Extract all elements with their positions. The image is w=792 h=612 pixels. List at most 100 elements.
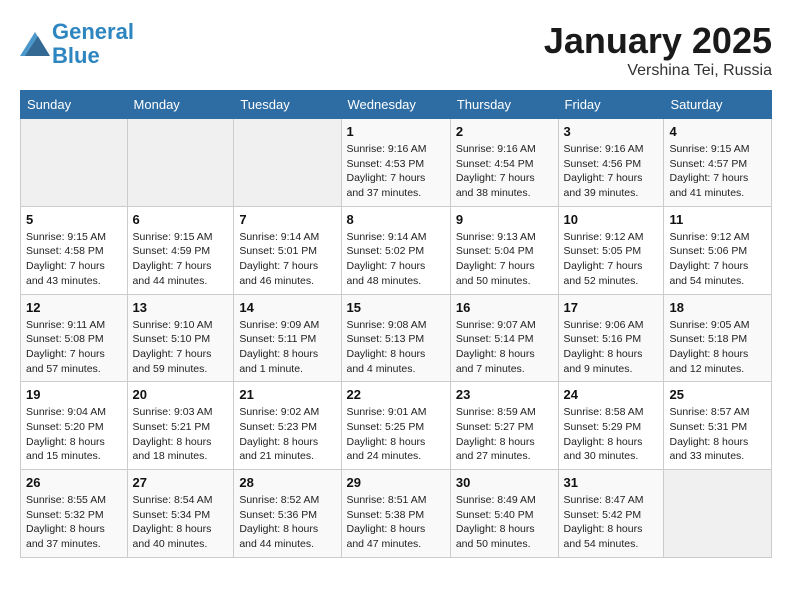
day-info: Sunrise: 9:05 AM Sunset: 5:18 PM Dayligh… [669,318,766,377]
calendar-cell: 26 Sunrise: 8:55 AM Sunset: 5:32 PM Dayli… [21,470,128,558]
calendar-cell: 11 Sunrise: 9:12 AM Sunset: 5:06 PM Dayli… [664,206,772,294]
calendar-cell: 31 Sunrise: 8:47 AM Sunset: 5:42 PM Dayli… [558,470,664,558]
page-header: General Blue January 2025 Vershina Tei, … [20,20,772,80]
day-number: 29 [347,475,445,490]
day-number: 30 [456,475,553,490]
logo: General Blue [20,20,134,68]
day-info: Sunrise: 9:14 AM Sunset: 5:01 PM Dayligh… [239,230,335,289]
calendar-cell: 28 Sunrise: 8:52 AM Sunset: 5:36 PM Dayli… [234,470,341,558]
day-number: 15 [347,300,445,315]
weekday-header-sunday: Sunday [21,91,128,119]
day-info: Sunrise: 9:03 AM Sunset: 5:21 PM Dayligh… [133,405,229,464]
calendar-table: SundayMondayTuesdayWednesdayThursdayFrid… [20,90,772,558]
day-number: 14 [239,300,335,315]
calendar-cell: 5 Sunrise: 9:15 AM Sunset: 4:58 PM Daylig… [21,206,128,294]
day-info: Sunrise: 9:16 AM Sunset: 4:53 PM Dayligh… [347,142,445,201]
month-title: January 2025 [544,20,772,62]
day-number: 18 [669,300,766,315]
week-row-5: 26 Sunrise: 8:55 AM Sunset: 5:32 PM Dayli… [21,470,772,558]
location: Vershina Tei, Russia [544,62,772,80]
day-number: 20 [133,387,229,402]
day-info: Sunrise: 8:59 AM Sunset: 5:27 PM Dayligh… [456,405,553,464]
day-number: 27 [133,475,229,490]
day-info: Sunrise: 9:01 AM Sunset: 5:25 PM Dayligh… [347,405,445,464]
calendar-cell: 21 Sunrise: 9:02 AM Sunset: 5:23 PM Dayli… [234,382,341,470]
logo-icon [20,32,50,56]
calendar-cell: 12 Sunrise: 9:11 AM Sunset: 5:08 PM Dayli… [21,294,128,382]
day-info: Sunrise: 9:10 AM Sunset: 5:10 PM Dayligh… [133,318,229,377]
week-row-2: 5 Sunrise: 9:15 AM Sunset: 4:58 PM Daylig… [21,206,772,294]
calendar-cell: 4Sunrise: 9:15 AM Sunset: 4:57 PM Daylig… [664,119,772,207]
day-number: 26 [26,475,122,490]
day-info: Sunrise: 8:55 AM Sunset: 5:32 PM Dayligh… [26,493,122,552]
day-number: 17 [564,300,659,315]
day-number: 25 [669,387,766,402]
day-info: Sunrise: 9:09 AM Sunset: 5:11 PM Dayligh… [239,318,335,377]
day-info: Sunrise: 9:07 AM Sunset: 5:14 PM Dayligh… [456,318,553,377]
calendar-cell: 16 Sunrise: 9:07 AM Sunset: 5:14 PM Dayli… [450,294,558,382]
day-number: 28 [239,475,335,490]
day-number: 2 [456,124,553,139]
calendar-cell [21,119,128,207]
title-block: January 2025 Vershina Tei, Russia [544,20,772,80]
day-number: 24 [564,387,659,402]
day-number: 16 [456,300,553,315]
day-info: Sunrise: 9:15 AM Sunset: 4:58 PM Dayligh… [26,230,122,289]
weekday-header-thursday: Thursday [450,91,558,119]
calendar-cell: 17 Sunrise: 9:06 AM Sunset: 5:16 PM Dayli… [558,294,664,382]
calendar-cell [127,119,234,207]
day-info: Sunrise: 9:13 AM Sunset: 5:04 PM Dayligh… [456,230,553,289]
calendar-cell: 24Sunrise: 8:58 AM Sunset: 5:29 PM Dayli… [558,382,664,470]
calendar-cell: 25Sunrise: 8:57 AM Sunset: 5:31 PM Dayli… [664,382,772,470]
calendar-cell: 20 Sunrise: 9:03 AM Sunset: 5:21 PM Dayli… [127,382,234,470]
calendar-cell: 8Sunrise: 9:14 AM Sunset: 5:02 PM Daylig… [341,206,450,294]
day-number: 10 [564,212,659,227]
weekday-header-saturday: Saturday [664,91,772,119]
calendar-cell: 2Sunrise: 9:16 AM Sunset: 4:54 PM Daylig… [450,119,558,207]
day-number: 11 [669,212,766,227]
day-number: 5 [26,212,122,227]
calendar-cell: 6Sunrise: 9:15 AM Sunset: 4:59 PM Daylig… [127,206,234,294]
day-info: Sunrise: 9:11 AM Sunset: 5:08 PM Dayligh… [26,318,122,377]
day-number: 1 [347,124,445,139]
day-number: 23 [456,387,553,402]
day-info: Sunrise: 9:06 AM Sunset: 5:16 PM Dayligh… [564,318,659,377]
weekday-header-wednesday: Wednesday [341,91,450,119]
weekday-header-monday: Monday [127,91,234,119]
day-info: Sunrise: 8:54 AM Sunset: 5:34 PM Dayligh… [133,493,229,552]
day-info: Sunrise: 8:47 AM Sunset: 5:42 PM Dayligh… [564,493,659,552]
calendar-cell: 29Sunrise: 8:51 AM Sunset: 5:38 PM Dayli… [341,470,450,558]
week-row-3: 12 Sunrise: 9:11 AM Sunset: 5:08 PM Dayli… [21,294,772,382]
logo-text: General Blue [52,20,134,68]
calendar-body: 1 Sunrise: 9:16 AM Sunset: 4:53 PM Daylig… [21,119,772,558]
day-info: Sunrise: 9:08 AM Sunset: 5:13 PM Dayligh… [347,318,445,377]
day-info: Sunrise: 8:49 AM Sunset: 5:40 PM Dayligh… [456,493,553,552]
calendar-cell: 30 Sunrise: 8:49 AM Sunset: 5:40 PM Dayli… [450,470,558,558]
calendar-cell: 1 Sunrise: 9:16 AM Sunset: 4:53 PM Daylig… [341,119,450,207]
calendar-cell [234,119,341,207]
day-number: 3 [564,124,659,139]
day-info: Sunrise: 8:52 AM Sunset: 5:36 PM Dayligh… [239,493,335,552]
day-info: Sunrise: 9:04 AM Sunset: 5:20 PM Dayligh… [26,405,122,464]
calendar-cell: 23 Sunrise: 8:59 AM Sunset: 5:27 PM Dayli… [450,382,558,470]
week-row-4: 19 Sunrise: 9:04 AM Sunset: 5:20 PM Dayli… [21,382,772,470]
day-info: Sunrise: 9:16 AM Sunset: 4:56 PM Dayligh… [564,142,659,201]
day-info: Sunrise: 9:12 AM Sunset: 5:05 PM Dayligh… [564,230,659,289]
day-number: 8 [347,212,445,227]
day-info: Sunrise: 9:12 AM Sunset: 5:06 PM Dayligh… [669,230,766,289]
day-number: 12 [26,300,122,315]
day-number: 13 [133,300,229,315]
week-row-1: 1 Sunrise: 9:16 AM Sunset: 4:53 PM Daylig… [21,119,772,207]
day-number: 4 [669,124,766,139]
calendar-cell: 14 Sunrise: 9:09 AM Sunset: 5:11 PM Dayli… [234,294,341,382]
calendar-cell: 3 Sunrise: 9:16 AM Sunset: 4:56 PM Daylig… [558,119,664,207]
weekday-header-tuesday: Tuesday [234,91,341,119]
day-info: Sunrise: 9:02 AM Sunset: 5:23 PM Dayligh… [239,405,335,464]
weekday-header-friday: Friday [558,91,664,119]
day-number: 21 [239,387,335,402]
day-number: 31 [564,475,659,490]
day-number: 9 [456,212,553,227]
day-number: 19 [26,387,122,402]
calendar-cell: 7Sunrise: 9:14 AM Sunset: 5:01 PM Daylig… [234,206,341,294]
calendar-cell: 9 Sunrise: 9:13 AM Sunset: 5:04 PM Daylig… [450,206,558,294]
